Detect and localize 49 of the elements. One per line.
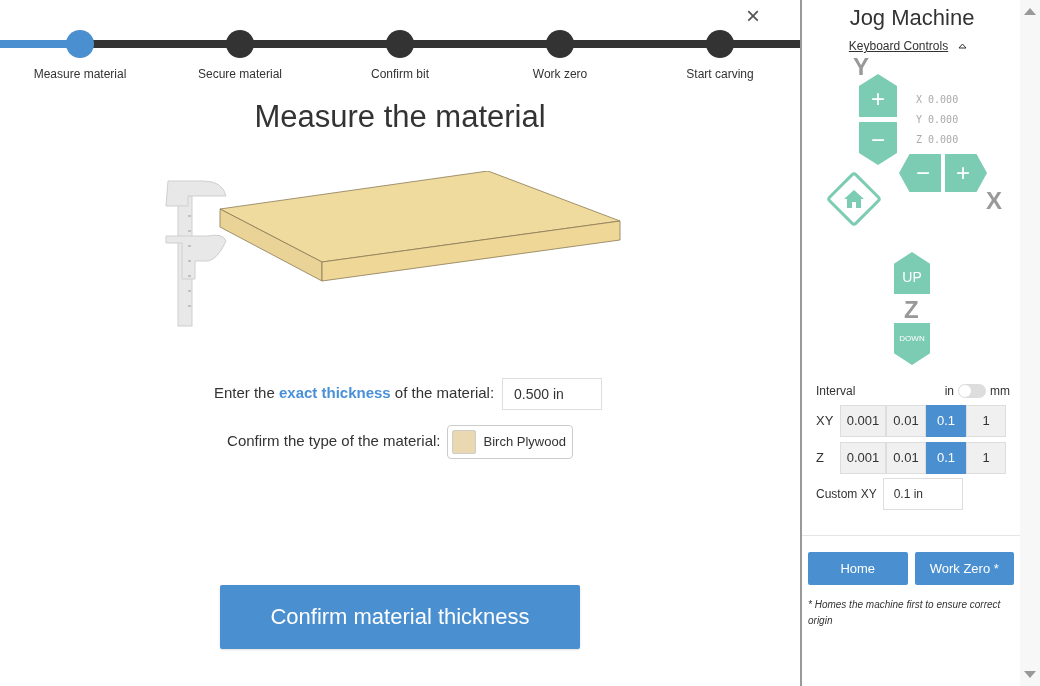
sidebar-title: Jog Machine <box>848 4 976 32</box>
step-label: Confirm bit <box>371 66 429 83</box>
confirm-thickness-button[interactable]: Confirm material thickness <box>220 584 580 649</box>
y-plus-button[interactable]: + <box>859 74 897 117</box>
x-axis-label: X <box>986 189 1002 213</box>
scroll-up-arrow-icon[interactable] <box>1024 8 1036 15</box>
interval-option[interactable]: 0.1 <box>926 442 966 474</box>
position-readout: X 0.000 <box>916 93 959 107</box>
scroll-down-arrow-icon[interactable] <box>1024 671 1036 678</box>
interval-option[interactable]: 0.001 <box>840 405 886 437</box>
interval-label: Interval <box>816 383 856 400</box>
material-prompt: Confirm the type of the material: <box>227 431 441 452</box>
work-zero-button[interactable]: Work Zero * <box>914 552 1014 585</box>
caret-up-icon[interactable] <box>958 43 968 49</box>
y-minus-button[interactable]: − <box>859 122 897 165</box>
step-label: Measure material <box>33 66 127 83</box>
interval-option[interactable]: 1 <box>966 442 1006 474</box>
interval-option[interactable]: 1 <box>966 405 1006 437</box>
page-heading: Measure the material <box>254 98 546 136</box>
keyboard-controls-link[interactable]: Keyboard Controls <box>848 37 949 55</box>
thickness-input[interactable]: 0.500 in <box>502 377 603 410</box>
custom-xy-input[interactable]: 0.1 in <box>882 478 963 510</box>
home-machine-button[interactable]: Home <box>808 552 908 585</box>
z-down-button[interactable]: DOWN <box>894 323 930 365</box>
unit-in-label: in <box>944 383 954 400</box>
position-readout: Y 0.000 <box>916 113 959 127</box>
step-label: Work zero <box>532 66 588 83</box>
unit-mm-label: mm <box>990 383 1010 400</box>
interval-row-label: Z <box>816 449 825 468</box>
footnote-text: * Homes the machine first to ensure correct origin <box>808 598 1002 628</box>
interval-option[interactable]: 0.01 <box>886 405 926 437</box>
step-label: Secure material <box>197 66 282 83</box>
house-icon <box>843 189 865 209</box>
thickness-prompt: Enter the exact thickness of the material: <box>213 383 495 404</box>
z-up-button[interactable]: UP <box>894 252 930 294</box>
interval-option[interactable]: 0.01 <box>886 442 926 474</box>
exact-thickness-link[interactable]: exact thickness <box>278 384 391 402</box>
material-select[interactable]: Birch Plywood <box>446 424 573 459</box>
x-plus-button[interactable]: + <box>945 154 987 192</box>
interval-option[interactable]: 0.1 <box>926 405 966 437</box>
x-minus-button[interactable]: − <box>899 154 941 192</box>
interval-row-label: XY <box>816 412 835 431</box>
z-axis-label: Z <box>904 298 919 322</box>
interval-option[interactable]: 0.001 <box>840 442 886 474</box>
unit-toggle[interactable] <box>958 384 986 398</box>
custom-xy-label: Custom XY <box>816 486 877 503</box>
close-button[interactable]: × <box>746 4 760 28</box>
position-readout: Z 0.000 <box>916 133 959 147</box>
step-label: Start carving <box>686 66 754 83</box>
